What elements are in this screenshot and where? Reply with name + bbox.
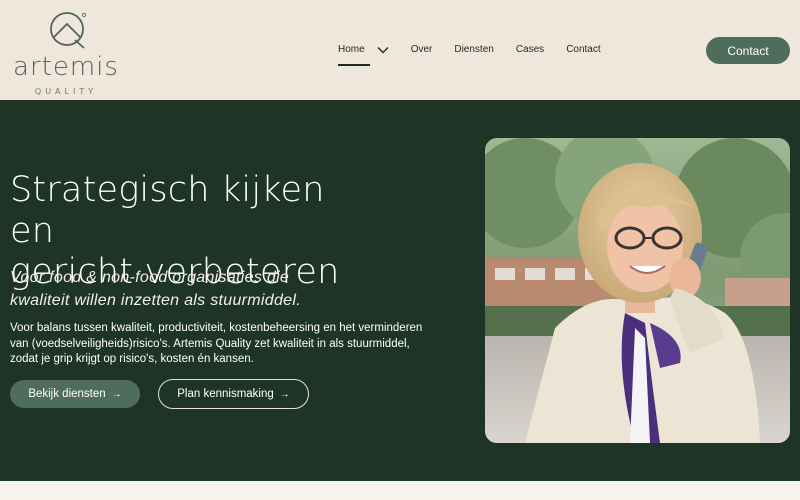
- hero-title-line: Strategisch kijken en: [10, 170, 325, 251]
- hero-subtitle-line: Voor food & non-food organisaties die: [10, 269, 290, 286]
- chevron-down-icon[interactable]: [377, 46, 389, 54]
- hero-subtitle-line: kwaliteit willen inzetten als stuurmidde…: [10, 292, 301, 309]
- hero-description-line: Voor balans tussen kwaliteit, productivi…: [10, 322, 423, 334]
- arrow-right-icon: →: [279, 388, 290, 400]
- site-header: artemis QUALITY Home Over Diensten Cases…: [0, 0, 800, 100]
- nav-item-over[interactable]: Over: [411, 38, 433, 60]
- contact-button[interactable]: Contact: [706, 37, 790, 64]
- nav-item-contact[interactable]: Contact: [566, 38, 600, 60]
- plan-kennismaking-button[interactable]: Plan kennismaking →: [158, 379, 309, 409]
- hero-description-line: van (voedselveiligheids)risico's. Artemi…: [10, 337, 410, 350]
- logo[interactable]: artemis QUALITY: [8, 10, 124, 96]
- logo-mark-icon: [50, 12, 87, 49]
- hero-description: Voor balans tussen kwaliteit, productivi…: [10, 321, 460, 368]
- arrow-right-icon: →: [111, 388, 122, 400]
- bekijk-diensten-button[interactable]: Bekijk diensten →: [10, 380, 140, 408]
- hero-subtitle: Voor food & non-food organisaties die kw…: [10, 266, 370, 312]
- nav-item-cases[interactable]: Cases: [516, 38, 544, 60]
- logo-wordmark: artemis: [13, 52, 119, 82]
- logo-tagline: QUALITY: [34, 87, 98, 96]
- nav-item-diensten[interactable]: Diensten: [454, 38, 493, 60]
- button-label: Bekijk diensten: [28, 388, 106, 400]
- nav-item-home[interactable]: Home: [338, 38, 370, 66]
- next-section-strip: [0, 481, 800, 500]
- hero-section: Strategisch kijken en gericht verbeteren…: [0, 100, 800, 481]
- button-label: Plan kennismaking: [177, 388, 274, 400]
- hero-description-line: zodat je grip krijgt op risico's, kosten…: [10, 353, 254, 365]
- main-nav: Home Over Diensten Cases Contact: [338, 38, 623, 68]
- hero-photo: [485, 138, 790, 443]
